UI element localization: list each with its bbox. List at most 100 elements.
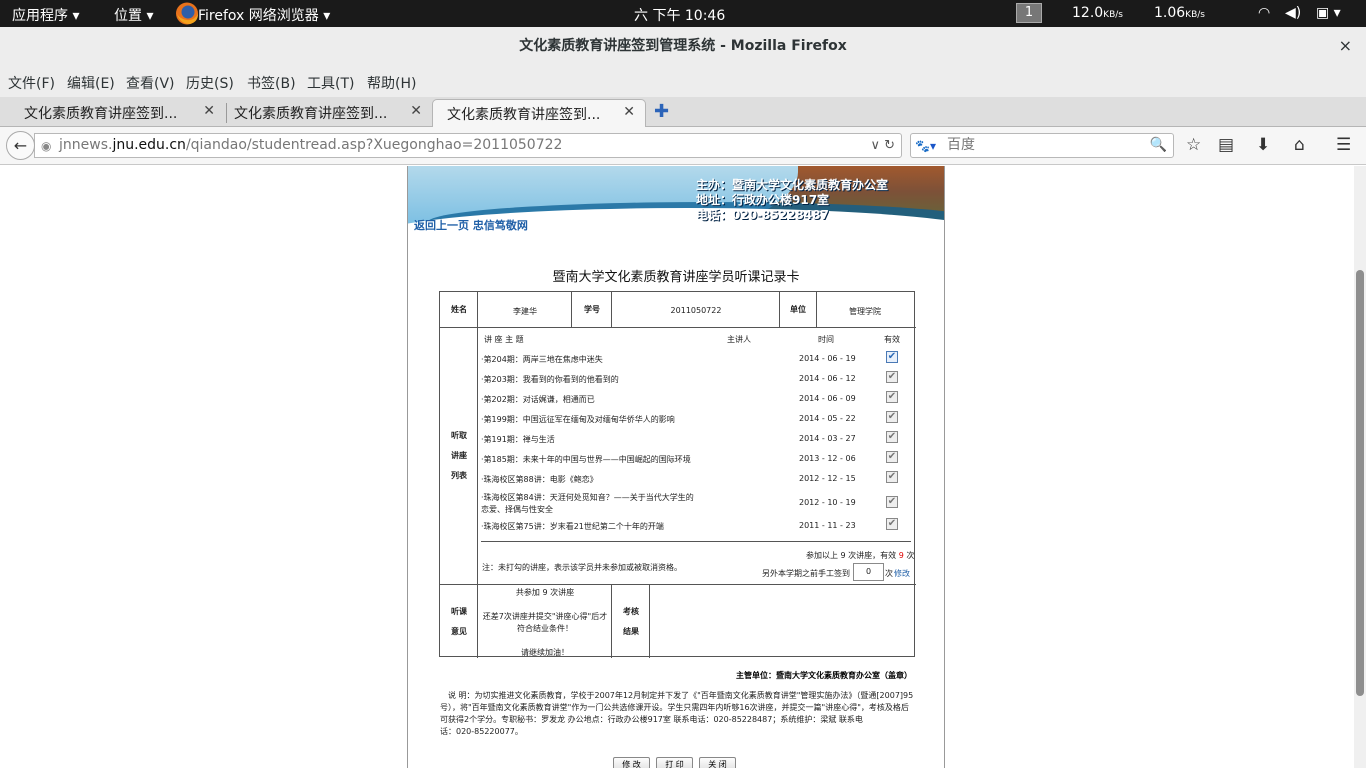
exam-label-2: 结果: [623, 627, 639, 636]
menu-tools[interactable]: 工具(T): [307, 73, 354, 93]
tab-2[interactable]: 文化素质教育讲座签到... ✕: [220, 99, 432, 127]
lecture-topic: ·第199期：中国远征军在缅甸及对缅甸华侨华人的影响: [481, 415, 675, 424]
lecture-topic: ·珠海校区第88讲：电影《鲍恋》: [481, 475, 598, 484]
tab-3-active[interactable]: 文化素质教育讲座签到... ✕: [432, 99, 646, 128]
reading-list-icon[interactable]: ▤: [1218, 135, 1234, 155]
lecture-row: ·珠海校区第84讲：天涯何处觅知音？——关于当代大学生的 恋爱、择偶与性安全 201…: [481, 492, 901, 516]
menu-help[interactable]: 帮助(H): [367, 73, 416, 93]
baidu-paw-icon[interactable]: 🐾▾: [915, 135, 936, 158]
checkbox-icon: ✔: [886, 431, 898, 443]
tab-bar: 文化素质教育讲座签到... ✕ 文化素质教育讲座签到... ✕ 文化素质教育讲座签到…: [0, 97, 1366, 128]
lecture-row: ·第202期：对话娓谦，相通而已 2014 - 06 - 09 ✔: [481, 391, 901, 410]
lecture-topic: ·第185期：未来十年的中国与世界——中国崛起的国际环境: [481, 455, 691, 464]
vertical-scrollbar[interactable]: [1354, 166, 1366, 768]
search-icon[interactable]: 🔍: [1150, 134, 1167, 157]
close-icon[interactable]: ✕: [623, 104, 635, 120]
note-line: 可获得2个学分。专职秘书：罗发龙 办公地点：行政办公楼917室 联系电话：020…: [440, 715, 863, 724]
tab-1-label: 文化素质教育讲座签到...: [24, 106, 178, 122]
home-icon[interactable]: ⌂: [1294, 135, 1305, 155]
places-menu[interactable]: 位置 ▾: [114, 5, 153, 25]
action-buttons: 修 改打 印关 闭: [613, 752, 742, 768]
hamburger-menu-icon[interactable]: ☰: [1336, 135, 1351, 155]
lecture-row: ·第191期：禅与生活 2014 - 03 - 27 ✔: [481, 431, 901, 450]
url-path: /qiandao/studentread.asp?Xuegonghao=2011…: [185, 137, 563, 153]
url-dropdown-reload-icon[interactable]: ∨ ↻: [870, 134, 895, 157]
workspace-indicator[interactable]: 1: [1016, 3, 1042, 23]
download-arrow-icon[interactable]: ⬇: [1256, 135, 1270, 155]
close-icon[interactable]: ✕: [410, 103, 422, 119]
net-up-speed: 1.06KB/s: [1154, 5, 1205, 21]
search-box[interactable]: 🐾▾ 百度 🔍: [910, 133, 1174, 158]
attendance-card: 姓名 李建华 学号 2011050722 单位 管理学院 听取 讲座 列表 讲 …: [439, 291, 916, 658]
clipboard-icon[interactable]: ▣ ▾: [1316, 5, 1341, 21]
menu-bar: 文件(F) 编辑(E) 查看(V) 历史(S) 书签(B) 工具(T) 帮助(H…: [0, 65, 1366, 97]
checkbox-icon: ✔: [886, 471, 898, 483]
back-links: 返回上一页 忠信笃敬网: [414, 217, 528, 233]
note-line: 话：020-85220077。: [440, 727, 523, 736]
checkbox-icon: ✔: [886, 371, 898, 383]
motto-link[interactable]: 忠信笃敬网: [473, 219, 528, 232]
apps-menu[interactable]: 应用程序 ▾: [12, 5, 79, 25]
new-tab-plus-icon[interactable]: ✚: [650, 97, 678, 125]
url-prefix: jnnews.: [59, 137, 113, 153]
modify-button[interactable]: 修 改: [613, 757, 650, 768]
lecture-date: 2014 - 06 - 09: [799, 394, 856, 403]
banner-phone: 电话：020-85228487: [696, 208, 829, 222]
opinion-line-2: 还差7次讲座并提交"讲座心得"后才: [482, 612, 608, 621]
attendance-summary: 参加以上 9 次讲座，有效 9 次: [806, 551, 915, 560]
opinion-label-2: 意见: [451, 627, 467, 636]
lecture-topic: ·珠海校区第84讲：天涯何处觅知音？——关于当代大学生的: [481, 493, 694, 502]
back-link[interactable]: 返回上一页: [414, 219, 469, 232]
list-divider: [481, 541, 911, 542]
exam-label-1: 考核: [623, 607, 639, 616]
menu-edit[interactable]: 编辑(E): [67, 73, 115, 93]
window-title: 文化素质教育讲座签到管理系统 - Mozilla Firefox: [519, 38, 847, 54]
wifi-icon[interactable]: ◠: [1258, 5, 1270, 21]
scrollbar-thumb[interactable]: [1356, 270, 1364, 696]
lecture-date: 2011 - 11 - 23: [799, 521, 856, 530]
window-title-bar: 文化素质教育讲座签到管理系统 - Mozilla Firefox ×: [0, 27, 1366, 65]
lecture-topic: ·第202期：对话娓谦，相通而已: [481, 395, 595, 404]
window-close-button[interactable]: ×: [1339, 27, 1352, 65]
url-domain: jnu.edu.cn: [112, 137, 186, 153]
section-label-1: 听取: [451, 431, 467, 440]
manual-signin-label: 另外本学期之前手工签到: [762, 569, 850, 578]
browser-app-menu[interactable]: Firefox 网络浏览器 ▾: [198, 5, 330, 25]
back-arrow-icon[interactable]: ←: [6, 131, 35, 160]
note-line: 号），将"百年暨南文化素质教育讲堂"作为一门公共选修课开设。学生只需四年内听够1…: [440, 703, 909, 712]
menu-view[interactable]: 查看(V): [126, 73, 175, 93]
menu-bookmarks[interactable]: 书签(B): [247, 73, 296, 93]
tab-1[interactable]: 文化素质教育讲座签到... ✕: [10, 99, 225, 127]
system-top-bar: 应用程序 ▾ 位置 ▾ Firefox 网络浏览器 ▾ 六 下午 10:46 1…: [0, 0, 1366, 27]
close-button[interactable]: 关 闭: [699, 757, 736, 768]
checkbox-icon: ✔: [886, 391, 898, 403]
section-label-2: 讲座: [451, 451, 467, 460]
search-placeholder: 百度: [947, 137, 975, 153]
checkmark-icon: ✔: [886, 351, 898, 363]
col-speaker-header: 主讲人: [727, 335, 751, 344]
menu-file[interactable]: 文件(F): [8, 73, 55, 93]
globe-icon: ◉: [41, 139, 52, 153]
lecture-date: 2013 - 12 - 06: [799, 454, 856, 463]
net-down-speed: 12.0KB/s: [1072, 5, 1123, 21]
menu-history[interactable]: 历史(S): [186, 73, 234, 93]
banner-address: 地址：行政办公楼917室: [696, 193, 830, 207]
bookmark-star-icon[interactable]: ☆: [1186, 135, 1201, 155]
lecture-row: ·第203期：我看到的你看到的他看到的 2014 - 06 - 12 ✔: [481, 371, 901, 390]
id-value: 2011050722: [670, 306, 722, 315]
volume-icon[interactable]: ◀): [1285, 5, 1301, 21]
manual-signin-unit: 次: [885, 569, 893, 578]
modify-link[interactable]: 修改: [894, 568, 910, 579]
lecture-row: ·珠海校区第75讲：岁末看21世纪第二个十年的开端 2011 - 11 - 23 ✔: [481, 518, 901, 537]
lecture-topic: ·第191期：禅与生活: [481, 435, 555, 444]
checkbox-icon: ✔: [886, 518, 898, 530]
lecture-row: ·第199期：中国远征军在缅甸及对缅甸华侨华人的影响 2014 - 05 - 22…: [481, 411, 901, 430]
print-button[interactable]: 打 印: [656, 757, 693, 768]
id-label: 学号: [584, 305, 600, 314]
url-bar[interactable]: ◉ jnnews.jnu.edu.cn/qiandao/studentread.…: [34, 133, 902, 158]
close-icon[interactable]: ✕: [203, 103, 215, 119]
clock[interactable]: 六 下午 10:46: [634, 5, 725, 25]
banner-organizer: 主办：暨南大学文化素质教育办公室: [696, 178, 889, 192]
manual-signin-input[interactable]: 0: [853, 563, 884, 581]
opinion-label-1: 听课: [451, 607, 467, 616]
